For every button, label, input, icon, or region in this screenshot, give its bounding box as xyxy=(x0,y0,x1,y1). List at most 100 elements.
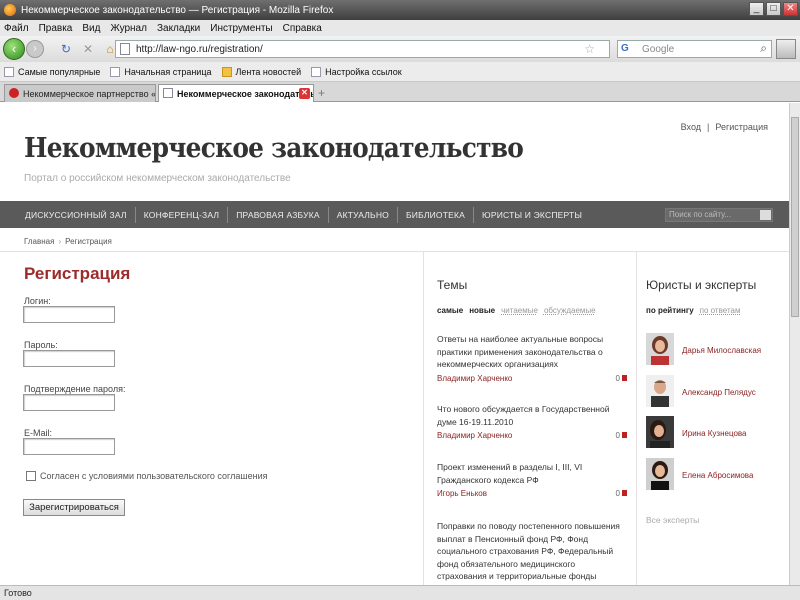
register-button[interactable]: Зарегистрироваться xyxy=(23,499,125,516)
tab-label: Некоммерческое законодатель... xyxy=(177,88,314,99)
back-button[interactable]: ‹ xyxy=(3,38,25,60)
topic-comment-count: 0 xyxy=(616,488,627,501)
topic-author[interactable]: Владимир Харченко xyxy=(437,430,627,443)
topic-item[interactable]: Проект изменений в разделы I, III, VI Гр… xyxy=(437,461,627,501)
bookmarks-bar: Самые популярные Начальная страница Лент… xyxy=(0,62,800,82)
menu-file[interactable]: Файл xyxy=(4,23,29,34)
login-link[interactable]: Вход xyxy=(681,122,701,132)
tab-registration[interactable]: Некоммерческое законодатель... ✕ xyxy=(158,84,314,102)
nav-conference-hall[interactable]: КОНФЕРЕНЦ-ЗАЛ xyxy=(144,210,220,220)
menu-help[interactable]: Справка xyxy=(283,23,322,34)
page-icon xyxy=(311,66,322,77)
nav-library[interactable]: БИБЛИОТЕКА xyxy=(406,210,465,220)
reload-icon[interactable]: ↻ xyxy=(58,42,74,56)
register-link[interactable]: Регистрация xyxy=(715,122,768,132)
all-experts-link[interactable]: Все эксперты xyxy=(646,515,699,525)
topic-item[interactable]: Что нового обсуждается в Государственной… xyxy=(437,403,627,443)
minimize-button[interactable]: _ xyxy=(749,2,764,16)
nav-topical[interactable]: АКТУАЛЬНО xyxy=(337,210,389,220)
navigation-toolbar: ‹ › ↻ ✕ ⌂ http://law-ngo.ru/registration… xyxy=(0,36,800,62)
topic-item[interactable]: Ответы на наиболее актуальные вопросы пр… xyxy=(437,333,627,385)
nav-legal-abc[interactable]: ПРАВОВАЯ АЗБУКА xyxy=(236,210,320,220)
menu-bar: Файл Правка Вид Журнал Закладки Инструме… xyxy=(0,20,800,36)
menu-bookmarks[interactable]: Закладки xyxy=(157,23,200,34)
main-navigation: ДИСКУССИОННЫЙ ЗАЛ КОНФЕРЕНЦ-ЗАЛ ПРАВОВАЯ… xyxy=(0,201,789,228)
expert-item[interactable]: Александр Пелядус xyxy=(646,375,776,407)
password-confirm-input[interactable] xyxy=(23,394,115,411)
expert-name[interactable]: Елена Абросимова xyxy=(682,471,753,480)
close-window-button[interactable]: ✕ xyxy=(783,2,798,16)
menu-view[interactable]: Вид xyxy=(82,23,100,34)
window-titlebar: Некоммерческое законодательство — Регист… xyxy=(0,0,800,20)
expert-name[interactable]: Ирина Кузнецова xyxy=(682,429,747,438)
forward-button[interactable]: › xyxy=(26,40,44,58)
email-input[interactable] xyxy=(23,438,115,455)
maximize-button[interactable]: □ xyxy=(766,2,781,16)
expert-item[interactable]: Ирина Кузнецова xyxy=(646,416,776,448)
topic-text[interactable]: Что нового обсуждается в Государственной… xyxy=(437,404,609,427)
site-search-button[interactable] xyxy=(760,210,771,220)
new-tab-icon[interactable]: + xyxy=(318,86,325,100)
avatar[interactable] xyxy=(646,375,674,407)
tab-partnership[interactable]: Некоммерческое партнерство «Юрис... xyxy=(4,84,156,102)
bookmark-news-feed[interactable]: Лента новостей xyxy=(221,66,301,77)
web-search-placeholder: Google xyxy=(642,43,675,55)
search-icon[interactable]: ⌕ xyxy=(760,41,767,56)
breadcrumb-home[interactable]: Главная xyxy=(24,237,54,246)
nav-lawyers-experts[interactable]: ЮРИСТЫ И ЭКСПЕРТЫ xyxy=(482,210,582,220)
topic-item[interactable]: Поправки по поводу постепенного повышени… xyxy=(437,520,627,585)
web-search-input[interactable]: G Google ⌕ xyxy=(617,40,772,58)
topics-tab-read[interactable]: читаемые xyxy=(501,306,538,315)
topic-comment-count: 0 xyxy=(616,430,627,443)
url-bar[interactable]: http://law-ngo.ru/registration/ ☆ xyxy=(115,40,610,58)
topic-text[interactable]: Ответы на наиболее актуальные вопросы пр… xyxy=(437,334,603,369)
topic-author[interactable]: Игорь Еньков xyxy=(437,488,627,501)
avatar[interactable] xyxy=(646,333,674,365)
login-label: Логин: xyxy=(24,296,51,306)
agree-checkbox[interactable] xyxy=(26,471,36,481)
experts-tab-rating[interactable]: по рейтингу xyxy=(646,306,694,315)
url-text: http://law-ngo.ru/registration/ xyxy=(136,43,263,55)
expert-item[interactable]: Дарья Милославская xyxy=(646,333,776,365)
email-label: E-Mail: xyxy=(24,428,53,438)
menu-tools[interactable]: Инструменты xyxy=(210,23,272,34)
bookmark-star-icon[interactable]: ☆ xyxy=(584,42,595,56)
experts-tab-answers[interactable]: по ответам xyxy=(700,306,741,315)
avatar[interactable] xyxy=(646,416,674,448)
stop-icon[interactable]: ✕ xyxy=(80,42,96,56)
scrollbar-thumb[interactable] xyxy=(791,117,799,317)
topics-tab-top[interactable]: самые xyxy=(437,306,463,315)
registration-title: Регистрация xyxy=(24,264,131,283)
nav-discussion-hall[interactable]: ДИСКУССИОННЫЙ ЗАЛ xyxy=(25,210,127,220)
menu-edit[interactable]: Правка xyxy=(39,23,73,34)
comment-icon xyxy=(622,374,627,381)
tab-label: Некоммерческое партнерство «Юрис... xyxy=(23,88,156,99)
page-scrollbar[interactable] xyxy=(789,103,800,585)
topics-title: Темы xyxy=(437,278,468,292)
topic-text[interactable]: Проект изменений в разделы I, III, VI Гр… xyxy=(437,462,582,485)
close-tab-icon[interactable]: ✕ xyxy=(299,88,310,99)
topic-text[interactable]: Поправки по поводу постепенного повышени… xyxy=(437,521,620,585)
topic-comment-count: 0 xyxy=(616,373,627,386)
expert-item[interactable]: Елена Абросимова xyxy=(646,458,776,490)
rss-icon xyxy=(221,66,232,77)
bookmark-most-visited[interactable]: Самые популярные xyxy=(4,66,100,77)
topic-author[interactable]: Владимир Харченко xyxy=(437,373,627,386)
menu-history[interactable]: Журнал xyxy=(110,23,147,34)
toolbar-extension-button[interactable] xyxy=(776,39,796,59)
site-title[interactable]: Некоммерческое законодательство xyxy=(24,133,524,164)
password-input[interactable] xyxy=(23,350,115,367)
expert-name[interactable]: Александр Пелядус xyxy=(682,388,756,397)
expert-name[interactable]: Дарья Милославская xyxy=(682,346,761,355)
login-input[interactable] xyxy=(23,306,115,323)
google-icon[interactable]: G xyxy=(621,43,629,54)
avatar[interactable] xyxy=(646,458,674,490)
bookmark-link-settings[interactable]: Настройка ссылок xyxy=(311,66,402,77)
status-bar: Готово xyxy=(0,585,800,600)
site-search-placeholder: Поиск по сайту... xyxy=(669,210,731,219)
topics-tab-new[interactable]: новые xyxy=(469,306,495,315)
tab-bar: Некоммерческое партнерство «Юрис... Неко… xyxy=(0,82,800,102)
bookmark-start-page[interactable]: Начальная страница xyxy=(110,66,212,77)
topics-tab-discussed[interactable]: обсуждаемые xyxy=(544,306,596,315)
site-search-input[interactable]: Поиск по сайту... xyxy=(665,208,773,222)
